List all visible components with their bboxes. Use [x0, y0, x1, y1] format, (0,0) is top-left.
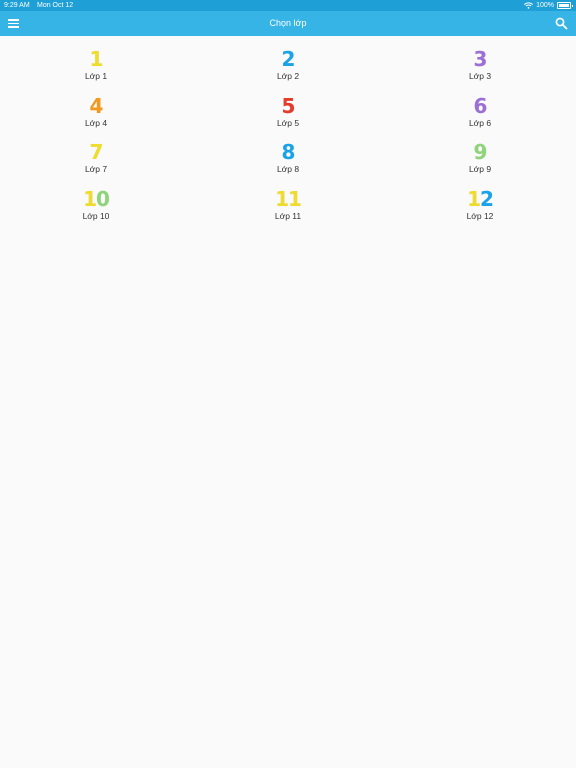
grade-label: Lớp 12: [466, 211, 494, 222]
grade-grid: 1 Lớp 1 2 Lớp 2 3 Lớp 3 4 Lớp 4 5 Lớp 5 6 Lớp 6 7 Lớp…: [0, 36, 576, 223]
grade-label: Lớp 10: [82, 211, 110, 222]
grade-item-12[interactable]: 12 Lớp 12: [384, 176, 576, 223]
grade-label: Lớp 3: [468, 71, 492, 81]
wifi-icon: [524, 2, 534, 9]
grade-number-icon: 12: [467, 187, 494, 212]
status-bar: 9:29 AM Mon Oct 12 100%: [0, 0, 576, 11]
grade-number-icon: 5: [281, 93, 296, 118]
grade-number-icon: 9: [473, 140, 488, 165]
status-right: 100%: [524, 0, 573, 11]
grade-number-icon: 4: [89, 93, 104, 118]
status-date: Mon Oct 12: [37, 2, 74, 9]
grade-label: Lớp 2: [276, 71, 300, 81]
grade-number-icon: 6: [473, 93, 488, 118]
grade-label: Lớp 11: [274, 211, 302, 222]
grade-label: Lớp 6: [468, 117, 492, 128]
grade-item-5[interactable]: 5 Lớp 5: [192, 83, 384, 130]
status-time: 9:29 AM: [4, 2, 30, 9]
grade-number-icon: 2: [281, 47, 296, 71]
grade-label: Lớp 1: [84, 71, 108, 81]
grade-item-3[interactable]: 3 Lớp 3: [384, 36, 576, 83]
grade-label: Lớp 4: [84, 117, 108, 128]
grade-number-icon: 10: [83, 187, 110, 212]
grade-item-11[interactable]: 11 Lớp 11: [192, 176, 384, 223]
grade-item-1[interactable]: 1 Lớp 1: [0, 36, 192, 83]
grade-item-2[interactable]: 2 Lớp 2: [192, 36, 384, 83]
grade-label: Lớp 7: [84, 164, 108, 175]
grade-item-10[interactable]: 10 Lớp 10: [0, 176, 192, 223]
grade-number-icon: 1: [89, 47, 104, 71]
grade-item-7[interactable]: 7 Lớp 7: [0, 129, 192, 176]
search-icon: [555, 17, 568, 30]
battery-icon: [557, 2, 573, 9]
grade-number-icon: 11: [275, 187, 302, 212]
grade-label: Lớp 5: [276, 117, 300, 128]
search-button[interactable]: [555, 17, 568, 30]
grade-label: Lớp 8: [276, 164, 300, 175]
grade-label: Lớp 9: [468, 164, 492, 175]
grade-item-9[interactable]: 9 Lớp 9: [384, 129, 576, 176]
grade-number-icon: 8: [281, 140, 296, 165]
app-bar: Chọn lớp: [0, 11, 576, 36]
battery-percent: 100%: [536, 2, 554, 9]
grade-number-icon: 7: [89, 140, 104, 165]
grade-item-8[interactable]: 8 Lớp 8: [192, 129, 384, 176]
page-title: Chọn lớp: [269, 18, 307, 28]
grade-item-6[interactable]: 6 Lớp 6: [384, 83, 576, 130]
grade-item-4[interactable]: 4 Lớp 4: [0, 83, 192, 130]
grade-number-icon: 3: [473, 47, 488, 71]
